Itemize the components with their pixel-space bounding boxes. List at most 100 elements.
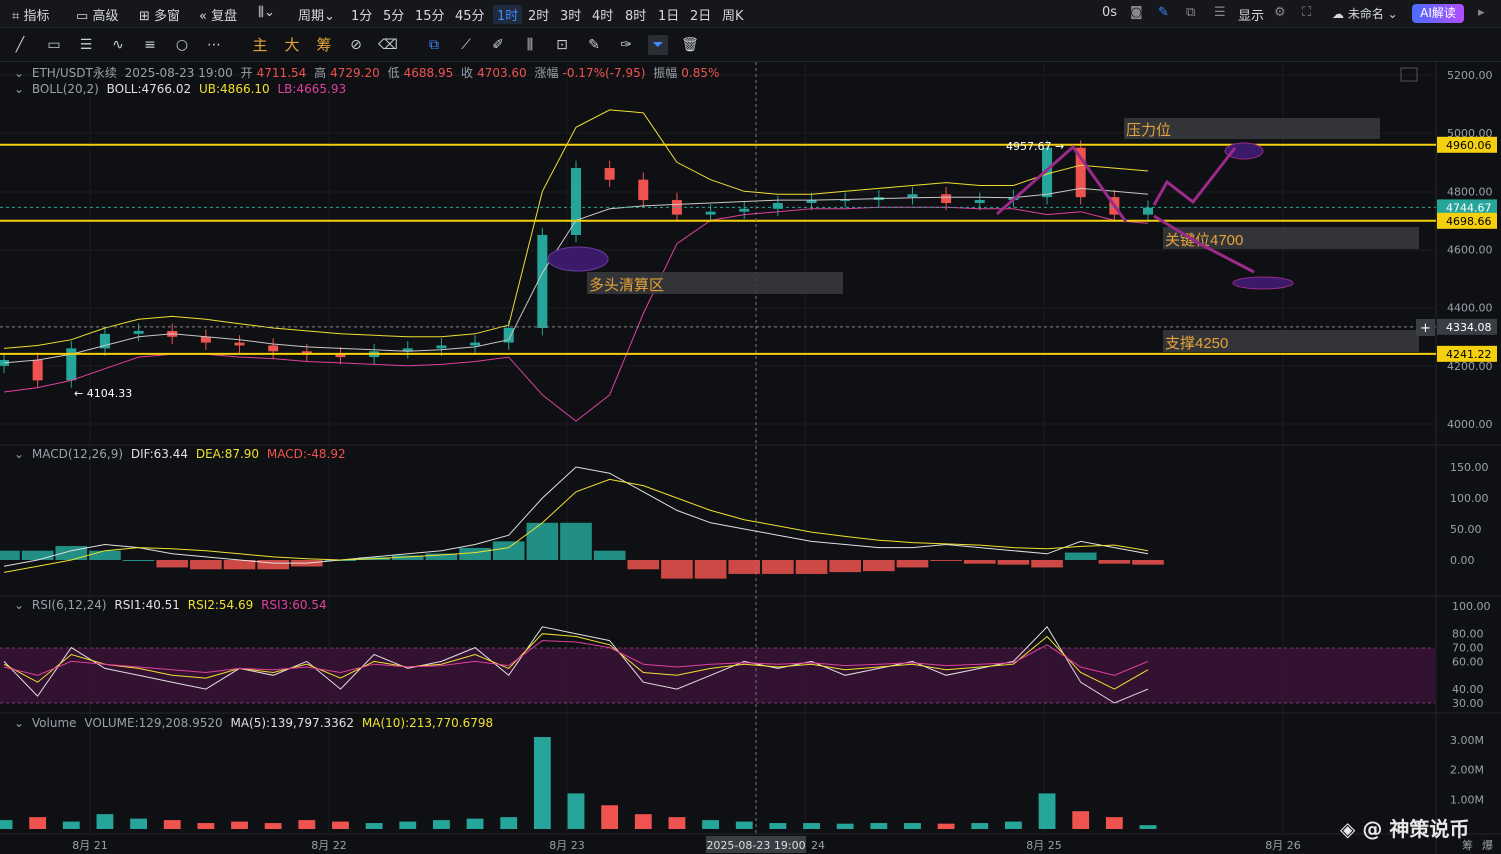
interval-45m[interactable]: 45分 [455, 5, 485, 24]
volume-bar [668, 817, 686, 829]
main-tool[interactable]: 主 [250, 35, 270, 55]
interval-1d[interactable]: 1日 [658, 5, 679, 24]
period-dropdown[interactable]: 周期⌄ [298, 5, 335, 24]
high-marker: 4957.67 → [1006, 140, 1064, 153]
interval-1h[interactable]: 1时 [493, 5, 523, 24]
indicators-button[interactable]: ⌗ 指标 [12, 5, 49, 24]
crosshair-time-label: 2025-08-23 19:00 [706, 839, 805, 852]
brush-icon[interactable]: ✐ [488, 35, 508, 55]
trash-icon[interactable]: 🗑 [680, 35, 700, 55]
magnet-icon[interactable]: ⊘ [346, 35, 366, 55]
collapse-icon[interactable]: ⌄ [14, 82, 24, 96]
advanced-icon: ▭ [76, 9, 89, 24]
time-axis-label: 8月 22 [311, 839, 347, 852]
drawing-toolbar: ╱ ▭ ☰ ∿ ≡ ○ ⋯ 主 大 筹 ⊘ ⌫ ⧉ ⟋ ✐ ⫼ ⊡ ✎ ✑ ⏷ … [0, 28, 1501, 62]
display-button[interactable]: 显示 [1238, 5, 1264, 24]
rsi-axis-label: 30.00 [1452, 697, 1484, 710]
volume-bar [264, 823, 282, 829]
watermark: ◈ @ 神策说币 [1340, 817, 1470, 841]
ruler-icon[interactable]: ⟋ [456, 35, 476, 55]
collapse-icon[interactable]: ⌄ [14, 598, 24, 612]
chart-type-button[interactable]: ⫼⌄ [258, 5, 275, 20]
big-tool[interactable]: 大 [282, 35, 302, 55]
bars-icon[interactable]: ⫼ [520, 35, 540, 55]
chevron-down-icon: ⌄ [324, 9, 335, 24]
collapse-icon[interactable]: ⌄ [14, 716, 24, 730]
rsi-legend: ⌄ RSI(6,12,24) RSI1:40.51 RSI2:54.69 RSI… [14, 598, 327, 612]
boll-legend: ⌄ BOLL(20,2) BOLL:4766.02 UB:4866.10 LB:… [14, 82, 347, 96]
price-badge-line_mid: 4698.66 [1446, 215, 1492, 228]
volume-bar [904, 823, 921, 829]
settings-icon[interactable]: ⚙ [1274, 5, 1286, 20]
candle-body [32, 360, 43, 381]
volume-bar [1072, 811, 1090, 829]
candle-body [268, 345, 279, 352]
pencil-icon[interactable]: ✎ [1158, 5, 1169, 20]
advanced-button[interactable]: ▭ 高级 [76, 5, 118, 24]
candle-body [133, 330, 144, 334]
interval-15m[interactable]: 15分 [415, 5, 445, 24]
volume-bar [197, 823, 215, 829]
volume-bar [466, 818, 484, 829]
macd-histogram-bar [1098, 560, 1131, 564]
copy-icon[interactable]: ⧉ [424, 35, 444, 55]
volume-bar [870, 823, 888, 829]
camera-icon[interactable]: ◙ [1130, 5, 1143, 20]
ai-analysis-button[interactable]: AI解读 [1412, 4, 1464, 23]
rsi-axis-label: 60.00 [1452, 655, 1484, 668]
volume-bar [1005, 821, 1022, 829]
time-axis-label: 8月 25 [1026, 839, 1062, 852]
interval-4h[interactable]: 4时 [592, 5, 613, 24]
collapse-icon[interactable]: ⌄ [14, 66, 24, 80]
interval-2d[interactable]: 2日 [690, 5, 711, 24]
volume-axis-label: 3.00M [1450, 734, 1484, 747]
list-icon[interactable]: ☰ [1214, 5, 1226, 20]
macd-histogram-bar [1031, 560, 1063, 568]
paint-icon[interactable]: ✑ [616, 35, 636, 55]
note-icon[interactable]: ✎ [584, 35, 604, 55]
parallel-lines-icon[interactable]: ☰ [76, 35, 96, 55]
layout-icon[interactable]: ⧉ [1186, 5, 1195, 20]
plus-icon: + [1420, 321, 1431, 336]
interval-1w[interactable]: 周K [722, 5, 744, 24]
candle-body [571, 168, 581, 235]
fullscreen-icon[interactable]: ⛶ [1302, 5, 1311, 20]
multi-window-button[interactable]: ⊞ 多窗 [139, 5, 180, 24]
time-axis-label: 8月 23 [549, 839, 585, 852]
macd-histogram-bar [896, 560, 929, 568]
collapse-icon[interactable]: ▸ [1478, 5, 1485, 20]
candle-body [604, 168, 615, 180]
account-dropdown[interactable]: ☁ 未命名 ⌄ [1332, 5, 1398, 22]
filter-icon[interactable]: ⏷ [648, 35, 668, 55]
price-badge-line_top: 4960.06 [1446, 139, 1492, 152]
countdown-label: 0s [1102, 5, 1118, 20]
line-tool-icon[interactable]: ╱ [10, 35, 30, 55]
wave-tool-icon[interactable]: ∿ [108, 35, 128, 55]
rectangle-tool-icon[interactable]: ▭ [44, 35, 64, 55]
collapse-icon[interactable]: ⌄ [14, 447, 24, 461]
interval-5m[interactable]: 5分 [383, 5, 404, 24]
macd-axis-label: 100.00 [1450, 492, 1489, 505]
interval-1m[interactable]: 1分 [351, 5, 372, 24]
price-badge-crosshair: 4334.08 [1446, 321, 1492, 334]
fib-tool-icon[interactable]: ≡ [140, 35, 160, 55]
lock-icon[interactable]: ⊡ [552, 35, 572, 55]
rsi-axis-label: 70.00 [1452, 642, 1484, 655]
more-tools-icon[interactable]: ⋯ [204, 35, 224, 55]
candle-body [739, 208, 750, 212]
interval-2h[interactable]: 2时 [528, 5, 549, 24]
interval-3h[interactable]: 3时 [560, 5, 581, 24]
volume-bar [702, 820, 719, 829]
liquidation-ellipse [547, 246, 609, 272]
erase-icon[interactable]: ⌫ [378, 35, 398, 55]
chips-tool[interactable]: 筹 [314, 35, 334, 55]
interval-8h[interactable]: 8时 [625, 5, 646, 24]
top-bar: ⌗ 指标 ▭ 高级 ⊞ 多窗 « 复盘 ⫼⌄ 周期⌄ 1分 5分 15分 45分… [0, 0, 1501, 28]
candle-body [200, 336, 211, 343]
macd-histogram-bar [728, 560, 761, 574]
candle-body [470, 342, 481, 346]
replay-button[interactable]: « 复盘 [199, 5, 237, 24]
circle-tool-icon[interactable]: ○ [172, 35, 192, 55]
macd-axis-label: 0.00 [1450, 554, 1475, 567]
macd-axis-label: 50.00 [1450, 523, 1482, 536]
